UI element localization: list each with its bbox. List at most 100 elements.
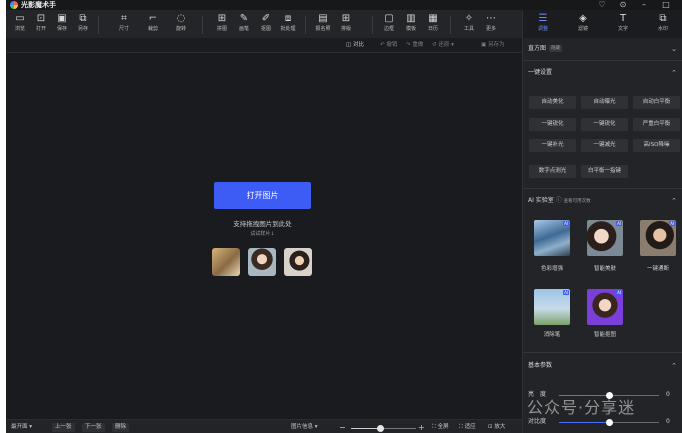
undo-button[interactable]: ↶ 撤销 (380, 40, 397, 50)
reduce-light-button[interactable]: 一键减光 (581, 139, 628, 152)
open-image-button[interactable]: 打开图片 (214, 182, 311, 209)
text-icon: T (619, 13, 627, 24)
ai-lab-help[interactable]: 查看可用次数 (564, 199, 591, 204)
brush-icon: ✎ (239, 13, 249, 24)
tool-open[interactable]: ⊡ 打开 (30, 12, 52, 36)
one-click-sharpen-2-button[interactable]: 一键锐化 (581, 118, 628, 131)
fullscreen-button[interactable]: ⛶ 全屏 (432, 423, 449, 432)
tool-collage[interactable]: ⊞ 拼图 (211, 12, 233, 36)
restore-button[interactable]: ↺ 还原 ▾ (432, 40, 454, 50)
sample-thumbnail-1[interactable] (212, 248, 240, 276)
chevron-up-icon[interactable]: ⌃ (671, 66, 677, 80)
minimize-icon[interactable]: – (637, 0, 651, 10)
zoom-slider-handle[interactable] (377, 425, 384, 432)
zoom-out-icon[interactable]: − (339, 423, 346, 432)
title-bar: 光影魔术手 ♡ ⊙ – □ (6, 0, 682, 10)
save-as-small-button[interactable]: ▣ 另存为 (481, 40, 504, 50)
zoom-slider[interactable] (351, 425, 416, 432)
auto-beautify-button[interactable]: 自动美化 (529, 96, 576, 109)
auto-exposure-button[interactable]: 自动曝光 (581, 96, 628, 109)
enlarge-button[interactable]: ⊡ 放大 (488, 423, 505, 432)
tab-watermark[interactable]: ⧉ 水印 (643, 12, 682, 36)
divider (523, 352, 682, 353)
tab-adjust[interactable]: ☰ 调整 (523, 12, 563, 36)
compare-button[interactable]: ◫ 对比 (346, 40, 364, 50)
histogram-title: 直方图 (528, 45, 547, 52)
contrast-slider[interactable] (559, 419, 659, 426)
one-click-title: 一键设置 (528, 69, 553, 76)
auto-white-balance-button[interactable]: 自动白平衡 (633, 96, 680, 109)
ai-smart-cutout-card[interactable]: AI (587, 289, 623, 325)
edit-subbar: ◫ 对比 ↶ 撤销 ↷ 重做 ↺ 还原 ▾ ▣ 另存为 (6, 38, 522, 53)
one-click-sharpen-button[interactable]: 一键锐化 (529, 118, 576, 131)
fit-button[interactable]: ⛶ 适应 (459, 423, 476, 432)
save-icon: ▣ (57, 13, 67, 24)
tool-more[interactable]: ⋯ 更多 (480, 12, 502, 36)
chevron-down-icon[interactable]: ⌄ (671, 42, 677, 56)
filter-icon: ◈ (579, 13, 587, 24)
divider (523, 60, 682, 61)
delete-button[interactable]: 删除 (112, 423, 130, 432)
contrast-value[interactable]: 0 (666, 418, 670, 426)
spot-metering-button[interactable]: 数字点测光 (529, 165, 576, 178)
panel-tabs: ☰ 调整 ◈ 滤镜 T 文字 ⧉ 水印 (523, 10, 682, 38)
ai-color-enhance-card[interactable]: AI (534, 220, 570, 256)
tool-batch[interactable]: ⧈ 批处理 (277, 12, 299, 36)
toolbar-separator (202, 16, 203, 34)
drag-hint: 支持拖拽图片到此处 (233, 220, 292, 228)
tool-layout[interactable]: ⊞ 排版 (335, 12, 357, 36)
settings-icon[interactable]: ⊙ (616, 0, 630, 10)
basic-params-section[interactable]: 基本参数 ⌃ (523, 359, 682, 373)
strict-white-balance-button[interactable]: 严重白平衡 (633, 118, 680, 131)
maximize-icon[interactable]: □ (659, 0, 673, 10)
chevron-up-icon[interactable]: ⌃ (671, 359, 677, 373)
right-panel: ☰ 调整 ◈ 滤镜 T 文字 ⧉ 水印 直方图 隐藏 ⌄ 一键设置 ⌃ 自动美化 自动曝光… (522, 10, 682, 433)
gift-icon[interactable]: ♡ (595, 0, 609, 10)
collage-icon: ⊞ (217, 13, 227, 24)
zoom-in-icon[interactable]: + (418, 423, 425, 432)
image-info-button[interactable]: 图片信息 ▾ (291, 423, 318, 432)
layout-icon: ⊞ (341, 13, 351, 24)
redo-button[interactable]: ↷ 重做 (406, 40, 423, 50)
one-click-section[interactable]: 一键设置 ⌃ (523, 66, 682, 80)
tool-cutout[interactable]: ✐ 抠图 (255, 12, 277, 36)
tool-resize[interactable]: ⌗ 尺寸 (113, 12, 135, 36)
tab-text[interactable]: T 文字 (603, 12, 643, 36)
contrast-label: 对比度 (528, 418, 547, 425)
brightness-value[interactable]: 0 (666, 391, 670, 399)
high-iso-denoise-button[interactable]: 高ISO降噪 (633, 139, 680, 152)
help-icon[interactable]: ⓘ (556, 197, 562, 204)
tool-save[interactable]: ▣ 保存 (51, 12, 73, 36)
sample-thumbnail-3[interactable] (284, 248, 312, 276)
image-canvas[interactable]: 打开图片 支持拖拽图片到此处 试试样片↓ (6, 53, 522, 419)
id-photo-icon: ▤ (318, 13, 328, 24)
tool-calendar[interactable]: ▦ 日历 (422, 12, 444, 36)
tool-id-photo[interactable]: ▤ 报名照 (312, 12, 334, 36)
ai-one-click-label: 一键通断 (646, 266, 669, 272)
prev-image-button[interactable]: 上一张 (52, 423, 75, 432)
ai-eraser-card[interactable]: AI (534, 289, 570, 325)
display-mode-select[interactable]: 最开面 ▾ (11, 423, 32, 432)
status-bar: 最开面 ▾ 上一张 下一张 删除 图片信息 ▾ − + ⛶ 全屏 ⛶ 适应 ⊡ … (6, 419, 522, 433)
contrast-slider-handle[interactable] (606, 419, 613, 426)
tool-tools[interactable]: ✧ 工具 (458, 12, 480, 36)
chevron-up-icon[interactable]: ⌃ (671, 194, 677, 208)
tab-filter[interactable]: ◈ 滤镜 (563, 12, 603, 36)
tool-brush[interactable]: ✎ 画笔 (233, 12, 255, 36)
ai-smart-skin-card[interactable]: AI (587, 220, 623, 256)
tool-template[interactable]: ▥ 模板 (400, 12, 422, 36)
white-balance-picker-button[interactable]: 白平衡一指键 (581, 165, 628, 178)
ai-one-click-card[interactable]: AI (640, 220, 676, 256)
browse-icon: ▭ (15, 13, 25, 24)
try-sample-hint: 试试样片↓ (250, 231, 275, 237)
ai-lab-section[interactable]: AI 实验室 ⓘ 查看可用次数 ⌃ (523, 194, 682, 208)
fill-light-button[interactable]: 一键补光 (529, 139, 576, 152)
tool-browse[interactable]: ▭ 浏览 (9, 12, 31, 36)
sample-thumbnail-2[interactable] (248, 248, 276, 276)
histogram-section[interactable]: 直方图 隐藏 ⌄ (523, 42, 682, 56)
tool-border[interactable]: ▢ 边框 (378, 12, 400, 36)
next-image-button[interactable]: 下一张 (82, 423, 105, 432)
tool-rotate[interactable]: ◌ 旋转 (170, 12, 192, 36)
tool-crop[interactable]: ⌐ 裁剪 (142, 12, 164, 36)
tool-save-as[interactable]: ⧉ 另存 (72, 12, 94, 36)
